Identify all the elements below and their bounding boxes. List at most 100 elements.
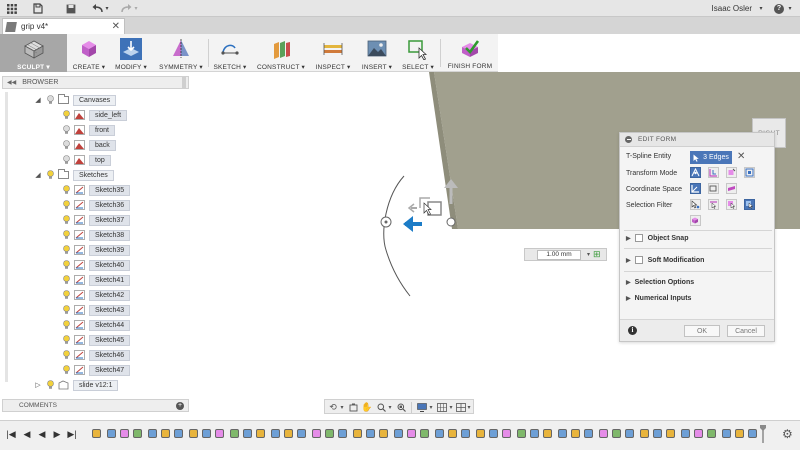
select-menu-button[interactable]: SELECT ▾ [400, 34, 436, 72]
timeline-feature-icon[interactable] [625, 429, 634, 438]
timeline-feature-icon[interactable] [325, 429, 334, 438]
translate-mode-icon[interactable] [708, 167, 719, 178]
sketch-menu-button[interactable]: SKETCH ▾ [212, 34, 248, 72]
timeline-feature-icon[interactable] [640, 429, 649, 438]
visibility-bulb-icon[interactable] [46, 95, 55, 105]
timeline-feature-icon[interactable] [174, 429, 183, 438]
tree-item-canvas[interactable]: front [62, 124, 116, 136]
numerical-inputs-section[interactable]: ▶ Numerical Inputs [626, 295, 691, 302]
tree-item-sketch[interactable]: Sketch38 [62, 229, 131, 241]
tree-item-sketch[interactable]: Sketch47 [62, 364, 131, 376]
tree-item-sketch[interactable]: Sketch43 [62, 304, 131, 316]
timeline-feature-icon[interactable] [215, 429, 224, 438]
visibility-bulb-icon[interactable] [62, 230, 71, 240]
fit-icon[interactable] [395, 402, 407, 413]
timeline-feature-icon[interactable] [435, 429, 444, 438]
object-snap-section[interactable]: ▶ Object Snap [626, 234, 688, 242]
timeline-feature-icon[interactable] [707, 429, 716, 438]
comments-bar[interactable]: COMMENTS + [2, 399, 189, 412]
timeline-feature-icon[interactable] [584, 429, 593, 438]
timeline-feature-icon[interactable] [530, 429, 539, 438]
cancel-button[interactable]: Cancel [727, 325, 765, 337]
file-menu-icon[interactable] [31, 2, 45, 15]
tree-item-canvas[interactable]: top [62, 154, 111, 166]
timeline-feature-icon[interactable] [407, 429, 416, 438]
visibility-bulb-icon[interactable] [62, 275, 71, 285]
body-filter-icon[interactable] [744, 199, 755, 210]
timeline-feature-icon[interactable] [379, 429, 388, 438]
workspace-sculpt-button[interactable]: SCULPT ▾ [0, 34, 67, 72]
timeline-feature-icon[interactable] [107, 429, 116, 438]
timeline-feature-icon[interactable] [284, 429, 293, 438]
collapse-dialog-icon[interactable] [625, 136, 632, 143]
close-tab-icon[interactable]: ✕ [112, 21, 120, 32]
tree-item-sketch[interactable]: Sketch40 [62, 259, 131, 271]
timeline-feature-icon[interactable] [517, 429, 526, 438]
multi-transform-icon[interactable] [690, 167, 701, 178]
timeline-feature-icon[interactable] [599, 429, 608, 438]
tree-item-sketch[interactable]: Sketch36 [62, 199, 131, 211]
selection-chip[interactable]: 3 Edges [690, 151, 732, 164]
save-icon[interactable] [64, 2, 78, 15]
timeline-feature-icon[interactable] [92, 429, 101, 438]
timeline-feature-icon[interactable] [256, 429, 265, 438]
tree-item-sketch[interactable]: Sketch39 [62, 244, 131, 256]
create-menu-button[interactable]: CREATE ▾ [70, 34, 108, 72]
timeline-feature-icon[interactable] [366, 429, 375, 438]
timeline-feature-icon[interactable] [681, 429, 690, 438]
timeline-feature-icon[interactable] [543, 429, 552, 438]
visibility-bulb-icon[interactable] [62, 335, 71, 345]
timeline-feature-icon[interactable] [748, 429, 757, 438]
timeline-feature-icon[interactable] [297, 429, 306, 438]
modify-menu-button[interactable]: MODIFY ▾ [112, 34, 150, 72]
look-at-icon[interactable] [347, 402, 359, 413]
object-snap-checkbox[interactable] [634, 234, 643, 242]
timeline-feature-icon[interactable] [476, 429, 485, 438]
insert-menu-button[interactable]: INSERT ▾ [358, 34, 396, 72]
tree-item-sketch[interactable]: Sketch42 [62, 289, 131, 301]
visibility-bulb-icon[interactable] [62, 320, 71, 330]
edit-form-header[interactable]: EDIT FORM [620, 133, 774, 147]
timeline-feature-icon[interactable] [312, 429, 321, 438]
undo-dropdown-icon[interactable]: ▾ [104, 2, 110, 15]
collapse-triangle-icon[interactable]: ◢ [34, 96, 42, 104]
redo-icon[interactable] [119, 2, 133, 15]
go-to-start-icon[interactable]: |◀ [6, 428, 16, 440]
timeline-feature-icon[interactable] [489, 429, 498, 438]
add-comment-icon[interactable]: + [176, 402, 184, 410]
tree-item-sketch[interactable]: Sketch44 [62, 319, 131, 331]
tree-item-canvas[interactable]: back [62, 139, 116, 151]
timeline-feature-icon[interactable] [694, 429, 703, 438]
timeline-feature-icon[interactable] [558, 429, 567, 438]
help-icon[interactable]: ? [773, 2, 785, 15]
tree-item-body[interactable]: ▷ slide v12:1 [34, 379, 119, 391]
visibility-bulb-icon[interactable] [62, 305, 71, 315]
soft-modification-checkbox[interactable] [634, 256, 643, 264]
user-dropdown-icon[interactable]: ▾ [757, 2, 765, 15]
visibility-bulb-icon[interactable] [62, 140, 71, 150]
symmetry-menu-button[interactable]: SYMMETRY ▾ [158, 34, 204, 72]
timeline-feature-icon[interactable] [243, 429, 252, 438]
object-filter-icon[interactable] [690, 215, 701, 226]
user-menu[interactable]: Isaac Osler [712, 4, 752, 13]
timeline-feature-icon[interactable] [420, 429, 429, 438]
timeline-feature-icon[interactable] [148, 429, 157, 438]
document-tab[interactable]: grip v4* ✕ [2, 18, 125, 34]
visibility-bulb-icon[interactable] [62, 260, 71, 270]
tree-folder-sketches[interactable]: ◢ Sketches [34, 169, 114, 181]
timeline-feature-icon[interactable] [666, 429, 675, 438]
browser-resize-handle[interactable] [182, 77, 186, 88]
tree-item-sketch[interactable]: Sketch46 [62, 349, 131, 361]
timeline-feature-icon[interactable] [271, 429, 280, 438]
add-dimension-icon[interactable]: ⊞ [593, 249, 601, 260]
viewports-dropdown-icon[interactable]: ▾ [466, 402, 472, 413]
distance-input[interactable] [537, 249, 581, 260]
zoom-dropdown-icon[interactable]: ▾ [387, 402, 393, 413]
world-space-icon[interactable] [690, 183, 701, 194]
display-settings-icon[interactable] [416, 402, 428, 413]
construct-menu-button[interactable]: CONSTRUCT ▾ [256, 34, 306, 72]
tree-item-sketch[interactable]: Sketch41 [62, 274, 131, 286]
go-to-end-icon[interactable]: ▶| [67, 428, 77, 440]
timeline-feature-icon[interactable] [502, 429, 511, 438]
timeline-feature-icon[interactable] [161, 429, 170, 438]
